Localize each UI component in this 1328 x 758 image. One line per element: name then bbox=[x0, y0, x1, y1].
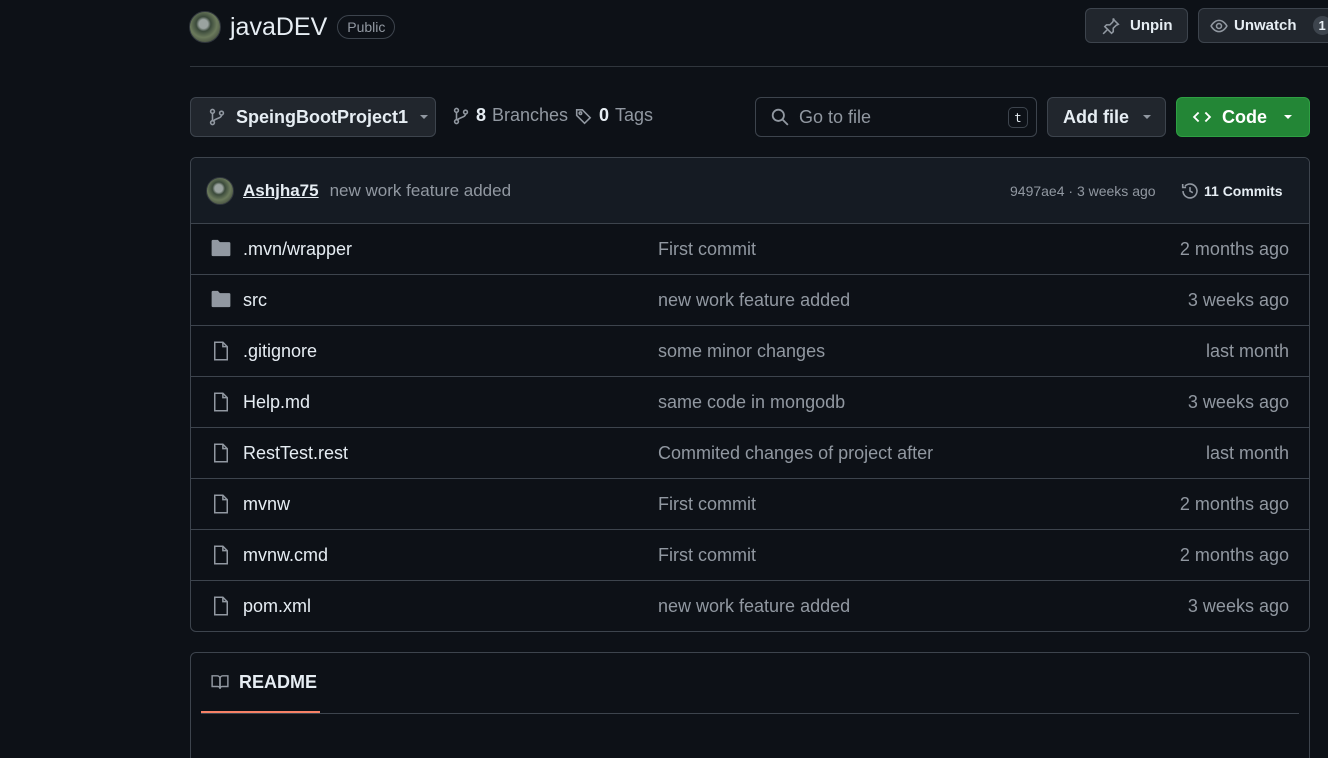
file-commit-message[interactable]: First commit bbox=[658, 545, 756, 566]
commit-message[interactable]: new work feature added bbox=[330, 181, 511, 201]
commits-label: 11 Commits bbox=[1204, 182, 1283, 199]
commit-meta[interactable]: 9497ae4 · 3 weeks ago bbox=[1010, 183, 1156, 199]
repo-name[interactable]: javaDEV bbox=[230, 13, 327, 42]
commits-link[interactable]: 11 Commits bbox=[1181, 182, 1283, 200]
tags-count: 0 bbox=[599, 105, 610, 125]
tags-link[interactable]: 0 Tags bbox=[575, 105, 653, 126]
file-commit-message[interactable]: new work feature added bbox=[658, 596, 850, 617]
unpin-label: Unpin bbox=[1130, 17, 1173, 34]
header-actions: Unpin Unwatch 1 bbox=[1085, 8, 1328, 43]
git-branch-icon bbox=[452, 107, 470, 125]
chevron-down-icon bbox=[1141, 111, 1153, 123]
unwatch-label: Unwatch bbox=[1234, 17, 1297, 34]
file-commit-age[interactable]: 3 weeks ago bbox=[1188, 392, 1289, 413]
file-commit-age[interactable]: 2 months ago bbox=[1180, 545, 1289, 566]
book-icon bbox=[210, 673, 230, 691]
file-name[interactable]: Help.md bbox=[243, 392, 310, 413]
file-commit-age[interactable]: 2 months ago bbox=[1180, 239, 1289, 260]
pin-icon bbox=[1102, 17, 1120, 35]
header-divider bbox=[190, 66, 1328, 67]
branch-selector[interactable]: SpeingBootProject1 bbox=[190, 97, 436, 137]
file-commit-message[interactable]: same code in mongodb bbox=[658, 392, 845, 413]
tag-icon bbox=[575, 107, 593, 125]
file-row[interactable]: mvnw First commit 2 months ago bbox=[191, 479, 1309, 530]
readme-divider bbox=[201, 713, 1299, 714]
chevron-down-icon bbox=[418, 111, 430, 123]
file-list: .mvn/wrapper First commit 2 months ago src n… bbox=[191, 224, 1309, 631]
file-commit-age[interactable]: 2 months ago bbox=[1180, 494, 1289, 515]
file-name[interactable]: mvnw.cmd bbox=[243, 545, 328, 566]
add-file-label: Add file bbox=[1063, 106, 1129, 127]
branches-link[interactable]: 8 Branches bbox=[452, 105, 568, 126]
file-row[interactable]: mvnw.cmd First commit 2 months ago bbox=[191, 530, 1309, 581]
file-row[interactable]: .mvn/wrapper First commit 2 months ago bbox=[191, 224, 1309, 275]
file-icon bbox=[211, 443, 231, 463]
file-commit-message[interactable]: First commit bbox=[658, 239, 756, 260]
history-icon bbox=[1181, 182, 1199, 200]
readme-tab-label: README bbox=[239, 671, 318, 692]
file-name[interactable]: pom.xml bbox=[243, 596, 311, 617]
file-row[interactable]: RestTest.rest Commited changes of project… bbox=[191, 428, 1309, 479]
branch-name: SpeingBootProject1 bbox=[236, 106, 409, 127]
file-name[interactable]: .mvn/wrapper bbox=[243, 239, 352, 260]
search-input[interactable] bbox=[799, 106, 999, 128]
file-commit-message[interactable]: some minor changes bbox=[658, 341, 825, 362]
file-name[interactable]: mvnw bbox=[243, 494, 290, 515]
unwatch-button[interactable]: Unwatch 1 bbox=[1198, 8, 1328, 43]
file-icon bbox=[211, 545, 231, 565]
code-icon bbox=[1192, 108, 1212, 126]
visibility-badge: Public bbox=[337, 15, 396, 39]
owner-avatar[interactable] bbox=[189, 11, 221, 43]
tags-label: Tags bbox=[615, 105, 654, 125]
folder-icon bbox=[211, 290, 231, 308]
file-commit-message[interactable]: Commited changes of project after bbox=[658, 443, 933, 464]
readme-panel: README bbox=[190, 652, 1310, 758]
chevron-down-icon bbox=[1282, 111, 1294, 123]
code-button[interactable]: Code bbox=[1176, 97, 1310, 137]
author-avatar[interactable] bbox=[206, 176, 234, 205]
file-row[interactable]: pom.xml new work feature added 3 weeks ago bbox=[191, 581, 1309, 631]
code-label: Code bbox=[1222, 106, 1267, 127]
add-file-button[interactable]: Add file bbox=[1047, 97, 1166, 137]
file-icon bbox=[211, 341, 231, 361]
unpin-button[interactable]: Unpin bbox=[1085, 8, 1188, 43]
file-table: Ashjha75 new work feature added 9497ae4 … bbox=[190, 157, 1310, 632]
folder-icon bbox=[211, 239, 231, 257]
search-shortcut-key: t bbox=[1008, 107, 1028, 128]
file-icon bbox=[211, 596, 231, 616]
file-commit-age[interactable]: last month bbox=[1206, 341, 1289, 362]
eye-icon bbox=[1210, 17, 1228, 35]
latest-commit-bar: Ashjha75 new work feature added 9497ae4 … bbox=[191, 158, 1309, 224]
watch-count: 1 bbox=[1312, 16, 1328, 35]
file-name[interactable]: RestTest.rest bbox=[243, 443, 348, 464]
file-commit-age[interactable]: 3 weeks ago bbox=[1188, 290, 1289, 311]
file-commit-message[interactable]: First commit bbox=[658, 494, 756, 515]
tab-readme[interactable]: README bbox=[201, 653, 320, 713]
git-branch-icon bbox=[208, 108, 226, 126]
branches-count: 8 bbox=[476, 105, 487, 125]
file-icon bbox=[211, 392, 231, 412]
file-row[interactable]: src new work feature added 3 weeks ago bbox=[191, 275, 1309, 326]
commit-author[interactable]: Ashjha75 bbox=[243, 181, 319, 201]
file-name[interactable]: .gitignore bbox=[243, 341, 317, 362]
go-to-file-search[interactable]: t bbox=[755, 97, 1037, 137]
file-commit-age[interactable]: 3 weeks ago bbox=[1188, 596, 1289, 617]
file-row[interactable]: Help.md same code in mongodb 3 weeks ago bbox=[191, 377, 1309, 428]
branches-label: Branches bbox=[492, 105, 569, 125]
search-icon bbox=[771, 108, 789, 126]
file-commit-message[interactable]: new work feature added bbox=[658, 290, 850, 311]
file-name[interactable]: src bbox=[243, 290, 267, 311]
repo-header: javaDEV Public bbox=[189, 10, 396, 44]
file-commit-age[interactable]: last month bbox=[1206, 443, 1289, 464]
file-icon bbox=[211, 494, 231, 514]
file-row[interactable]: .gitignore some minor changes last month bbox=[191, 326, 1309, 377]
